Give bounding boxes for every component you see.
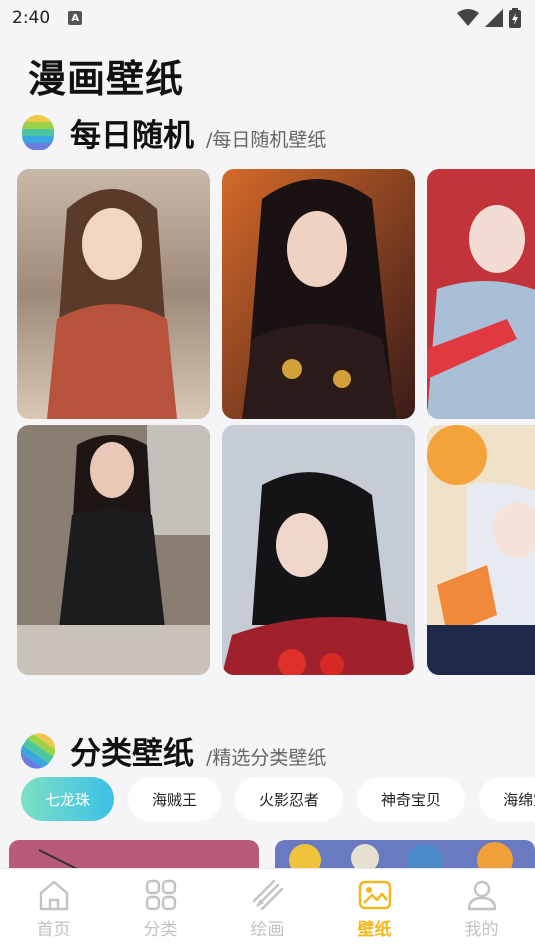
rainbow-egg-icon [22, 114, 54, 151]
tab-label: 我的 [464, 920, 499, 940]
section-title-daily: 每日随机 [70, 118, 194, 154]
battery-icon [509, 8, 521, 28]
tab-profile[interactable]: 我的 [442, 877, 522, 940]
bottom-tab-bar: 首页 分类 绘画 壁纸 我的 [0, 868, 535, 952]
user-icon [467, 880, 496, 911]
signal-icon [485, 9, 503, 27]
tab-category[interactable]: 分类 [121, 877, 201, 940]
section-header-daily: 每日随机 /每日随机壁纸 [22, 110, 326, 155]
rainbow-egg-icon [14, 726, 62, 775]
image-icon [358, 880, 391, 910]
status-time: 2:40 [12, 8, 51, 28]
tab-wallpaper[interactable]: 壁纸 [335, 877, 415, 940]
section-subtitle-category: /精选分类壁纸 [206, 747, 327, 769]
wallpaper-thumbnail[interactable] [222, 425, 415, 675]
wallpaper-thumbnail[interactable] [427, 169, 535, 419]
wifi-icon [457, 9, 479, 26]
page-title: 漫画壁纸 [28, 57, 185, 101]
home-icon [39, 880, 68, 911]
tab-label: 壁纸 [357, 920, 392, 940]
category-chips: 七龙珠 海贼王 火影忍者 神奇宝贝 海绵宝宝 [21, 777, 535, 823]
notification-icon: A [68, 11, 83, 25]
wallpaper-thumbnail[interactable] [17, 169, 210, 419]
tab-home[interactable]: 首页 [14, 877, 94, 940]
wallpaper-thumbnail[interactable] [222, 169, 415, 419]
wallpaper-thumbnail[interactable] [427, 425, 535, 675]
tab-label: 首页 [36, 920, 71, 940]
status-bar: 2:40 A [0, 0, 535, 36]
paint-icon [252, 879, 283, 911]
category-chip-dragon-ball[interactable]: 七龙珠 [21, 777, 115, 821]
category-chip-pokemon[interactable]: 神奇宝贝 [357, 777, 466, 821]
grid-icon [145, 879, 176, 911]
category-chip-spongebob[interactable]: 海绵宝宝 [479, 777, 535, 821]
category-chip-naruto[interactable]: 火影忍者 [235, 777, 344, 821]
tab-label: 绘画 [250, 920, 285, 940]
wallpaper-thumbnail[interactable] [17, 425, 210, 675]
wallpaper-grid [17, 169, 535, 679]
tab-paint[interactable]: 绘画 [228, 877, 308, 940]
section-header-category: 分类壁纸 /精选分类壁纸 [14, 726, 327, 775]
category-chip-one-piece[interactable]: 海贼王 [128, 777, 222, 821]
status-icons [457, 8, 521, 28]
section-title-category: 分类壁纸 [70, 736, 194, 772]
tab-label: 分类 [143, 920, 178, 940]
section-subtitle-daily: /每日随机壁纸 [206, 129, 327, 151]
